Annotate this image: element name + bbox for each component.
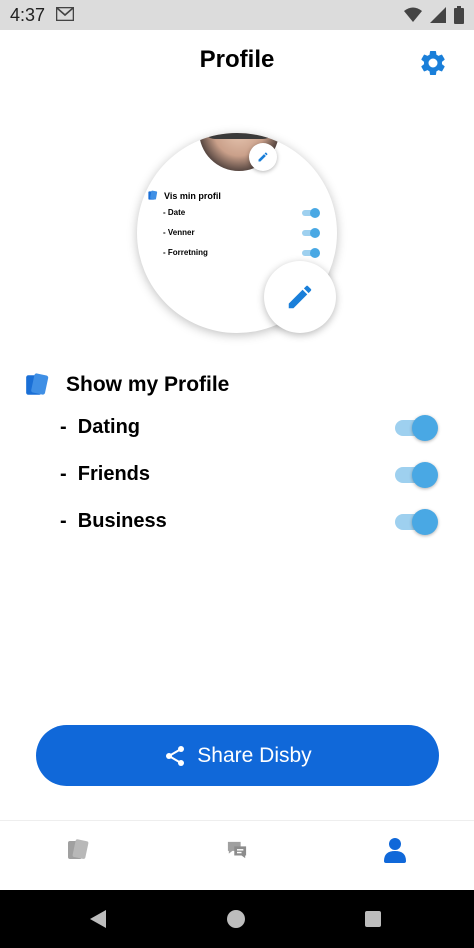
- person-icon: [384, 838, 406, 863]
- visibility-row-friends: - Friends: [60, 463, 151, 485]
- status-time: 4:37: [10, 5, 46, 25]
- nav-profile[interactable]: [375, 835, 415, 865]
- visibility-row-dating: - Dating: [60, 416, 140, 438]
- pencil-icon: [258, 152, 268, 162]
- photo-edit-button[interactable]: [249, 143, 277, 171]
- preview-row-label: Date: [167, 208, 186, 217]
- bottom-nav: [0, 820, 474, 890]
- share-button-label: Share Disby: [197, 743, 312, 767]
- recents-icon[interactable]: [365, 911, 381, 927]
- preview-row-label: Forretning: [167, 248, 208, 257]
- row-label: Friends: [77, 463, 151, 485]
- nav-chat[interactable]: [217, 835, 257, 865]
- cards-icon: [68, 839, 89, 859]
- pencil-icon: [288, 285, 312, 309]
- show-profile-heading: Show my Profile: [24, 372, 229, 398]
- section-title: Show my Profile: [66, 373, 230, 396]
- system-nav-bar: [0, 890, 474, 948]
- share-button[interactable]: Share Disby: [36, 725, 439, 786]
- chat-icon: [227, 841, 247, 859]
- preview-toggle: [302, 228, 320, 238]
- mail-icon: [56, 7, 74, 21]
- preview-row-label: Venner: [167, 228, 195, 237]
- gear-icon: [421, 50, 445, 75]
- share-icon: [166, 745, 185, 766]
- status-bar: 4:37: [0, 0, 474, 30]
- battery-icon: [454, 6, 464, 24]
- wifi-icon: [404, 7, 422, 22]
- profile-photo-hair: [203, 133, 275, 139]
- preview-row: - Date: [163, 208, 186, 217]
- edit-profile-button[interactable]: [264, 261, 336, 333]
- signal-icon: [430, 7, 446, 23]
- preview-row: - Venner: [163, 228, 195, 237]
- back-icon[interactable]: [88, 909, 108, 929]
- row-label: Business: [77, 510, 167, 532]
- settings-button[interactable]: [416, 46, 450, 80]
- preview-toggle: [302, 208, 320, 218]
- status-icons: [404, 6, 464, 24]
- row-label: Dating: [77, 416, 140, 438]
- home-icon[interactable]: [227, 910, 245, 928]
- dating-toggle[interactable]: [393, 413, 439, 441]
- preview-row: - Forretning: [163, 248, 208, 257]
- friends-toggle[interactable]: [393, 460, 439, 488]
- business-toggle[interactable]: [393, 507, 439, 535]
- visibility-row-business: - Business: [60, 510, 167, 532]
- nav-cards[interactable]: [58, 835, 98, 865]
- cards-icon: [26, 373, 49, 395]
- page-title: Profile: [199, 46, 275, 73]
- cards-icon: [148, 190, 158, 200]
- preview-toggle: [302, 248, 320, 258]
- preview-heading: Vis min profil: [147, 190, 221, 201]
- preview-heading-label: Vis min profil: [164, 190, 221, 201]
